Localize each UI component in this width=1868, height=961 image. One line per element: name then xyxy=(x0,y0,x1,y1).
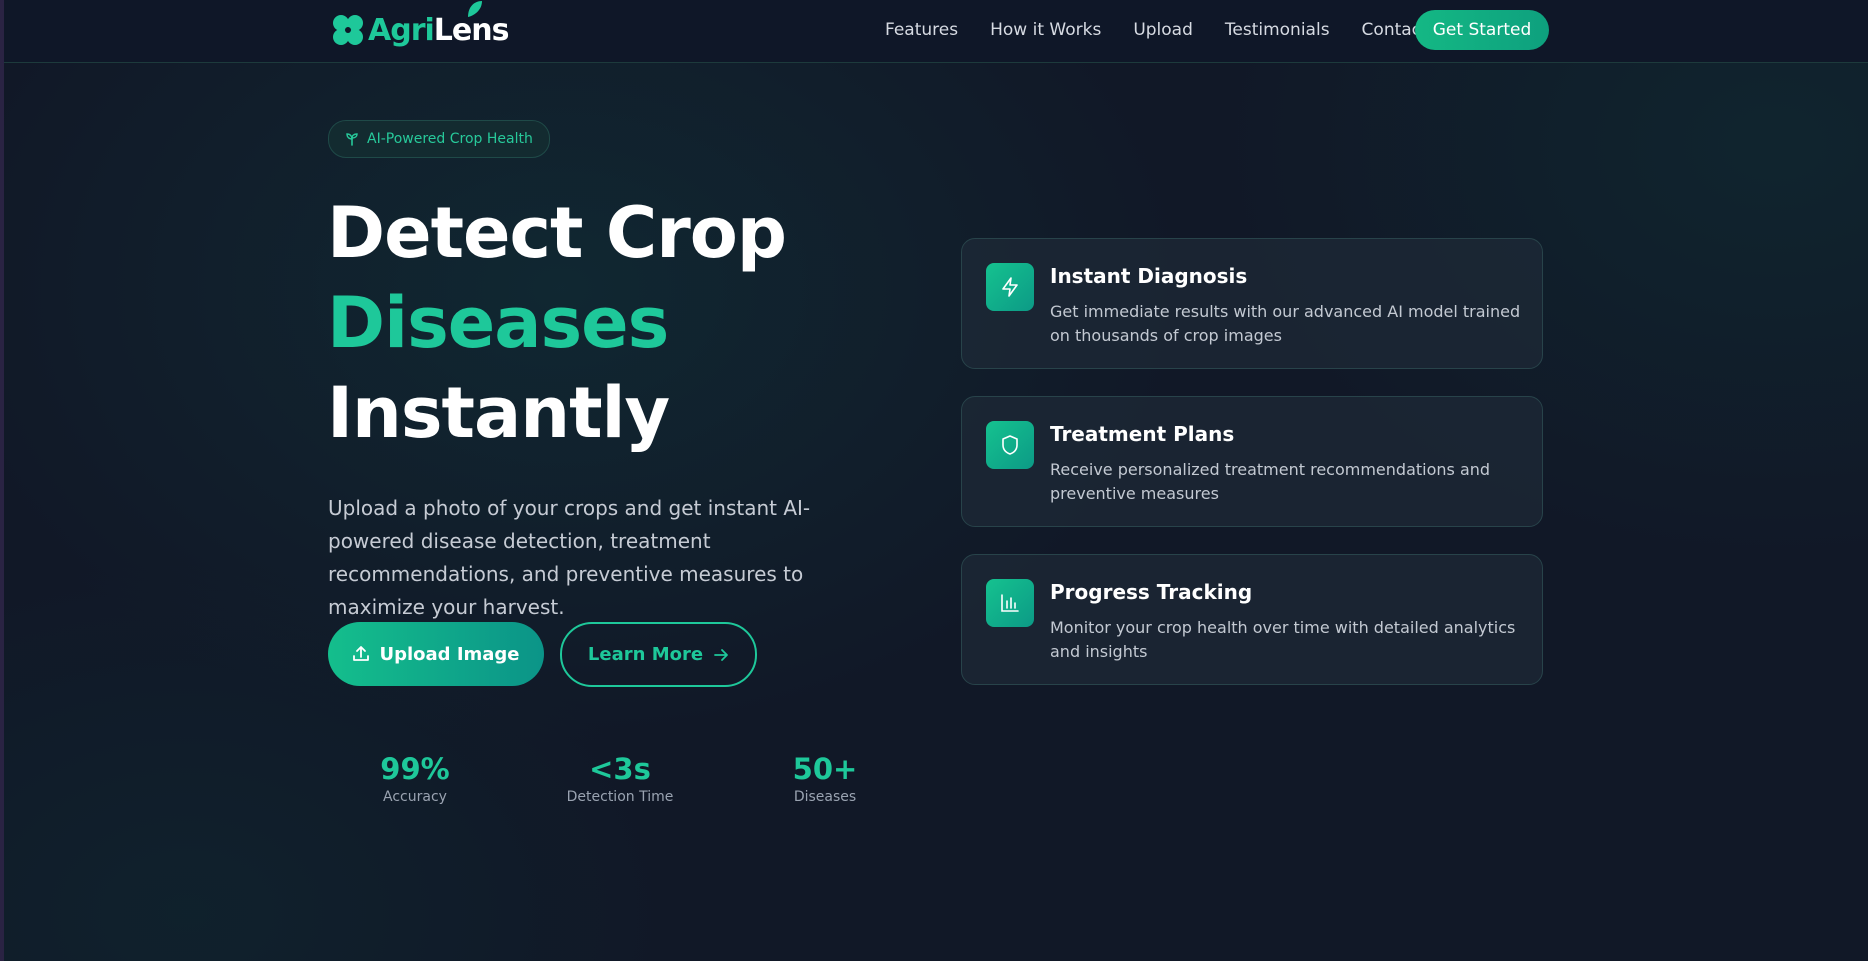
sprout-icon xyxy=(346,133,358,146)
feature-title: Progress Tracking xyxy=(1050,580,1253,604)
feature-description: Monitor your crop health over time with … xyxy=(1050,618,1516,661)
learn-more-button[interactable]: Learn More xyxy=(560,622,757,687)
stat-diseases: 50+ Diseases xyxy=(735,750,915,806)
clover-logo-icon xyxy=(333,15,363,45)
hero-badge: AI-Powered Crop Health xyxy=(328,120,550,158)
arrow-right-icon xyxy=(714,648,728,661)
hero-headline: Detect Crop Diseases Instantly xyxy=(327,188,787,458)
feature-card-treatment-plans: Treatment Plans Receive personalized tre… xyxy=(961,396,1543,527)
badge-label: AI-Powered Crop Health xyxy=(367,131,533,147)
upload-icon xyxy=(353,646,370,661)
get-started-button[interactable]: Get Started xyxy=(1415,10,1549,50)
stat-accuracy: 99% Accuracy xyxy=(325,750,505,806)
nav-link-upload[interactable]: Upload xyxy=(1133,20,1193,40)
feature-title: Treatment Plans xyxy=(1050,422,1235,446)
stat-value: 99% xyxy=(380,752,450,786)
feature-card-progress-tracking: Progress Tracking Monitor your crop heal… xyxy=(961,554,1543,685)
feature-description: Get immediate results with our advanced … xyxy=(1050,302,1521,345)
lightning-icon xyxy=(986,263,1034,311)
learn-more-label: Learn More xyxy=(587,644,704,665)
leaf-icon xyxy=(468,0,482,17)
stat-value: 50+ xyxy=(792,752,858,786)
headline-line-2: Diseases xyxy=(327,282,669,364)
nav-link-features[interactable]: Features xyxy=(885,20,958,40)
brand-name-part1: Agri xyxy=(368,12,435,48)
stat-label: Detection Time xyxy=(566,789,674,805)
stat-label: Diseases xyxy=(793,789,857,805)
feature-title: Instant Diagnosis xyxy=(1050,264,1248,288)
feature-card-instant-diagnosis: Instant Diagnosis Get immediate results … xyxy=(961,238,1543,369)
shield-icon xyxy=(986,421,1034,469)
stat-detection-time: <3s Detection Time xyxy=(530,750,710,806)
headline-line-3: Instantly xyxy=(327,372,670,454)
upload-image-button[interactable]: Upload Image xyxy=(328,622,544,686)
stat-label: Accuracy xyxy=(383,789,447,805)
hero-subtext: Upload a photo of your crops and get ins… xyxy=(328,496,811,619)
nav-link-testimonials[interactable]: Testimonials xyxy=(1225,20,1330,40)
window-edge xyxy=(0,0,4,961)
headline-line-1: Detect Crop xyxy=(327,192,787,274)
upload-image-label: Upload Image xyxy=(379,643,520,665)
brand-logo[interactable]: AgriLens xyxy=(330,0,509,58)
bar-chart-icon xyxy=(986,579,1034,627)
feature-description: Receive personalized treatment recommend… xyxy=(1050,460,1491,503)
brand-wordmark: AgriLens xyxy=(368,0,509,48)
nav-link-how-it-works[interactable]: How it Works xyxy=(990,20,1101,40)
nav-links: Features How it Works Upload Testimonial… xyxy=(885,10,1460,50)
landing-page: AgriLens Features How it Works Upload Te… xyxy=(0,0,1868,961)
top-navigation: AgriLens Features How it Works Upload Te… xyxy=(4,0,1868,63)
stat-value: <3s xyxy=(589,752,651,786)
